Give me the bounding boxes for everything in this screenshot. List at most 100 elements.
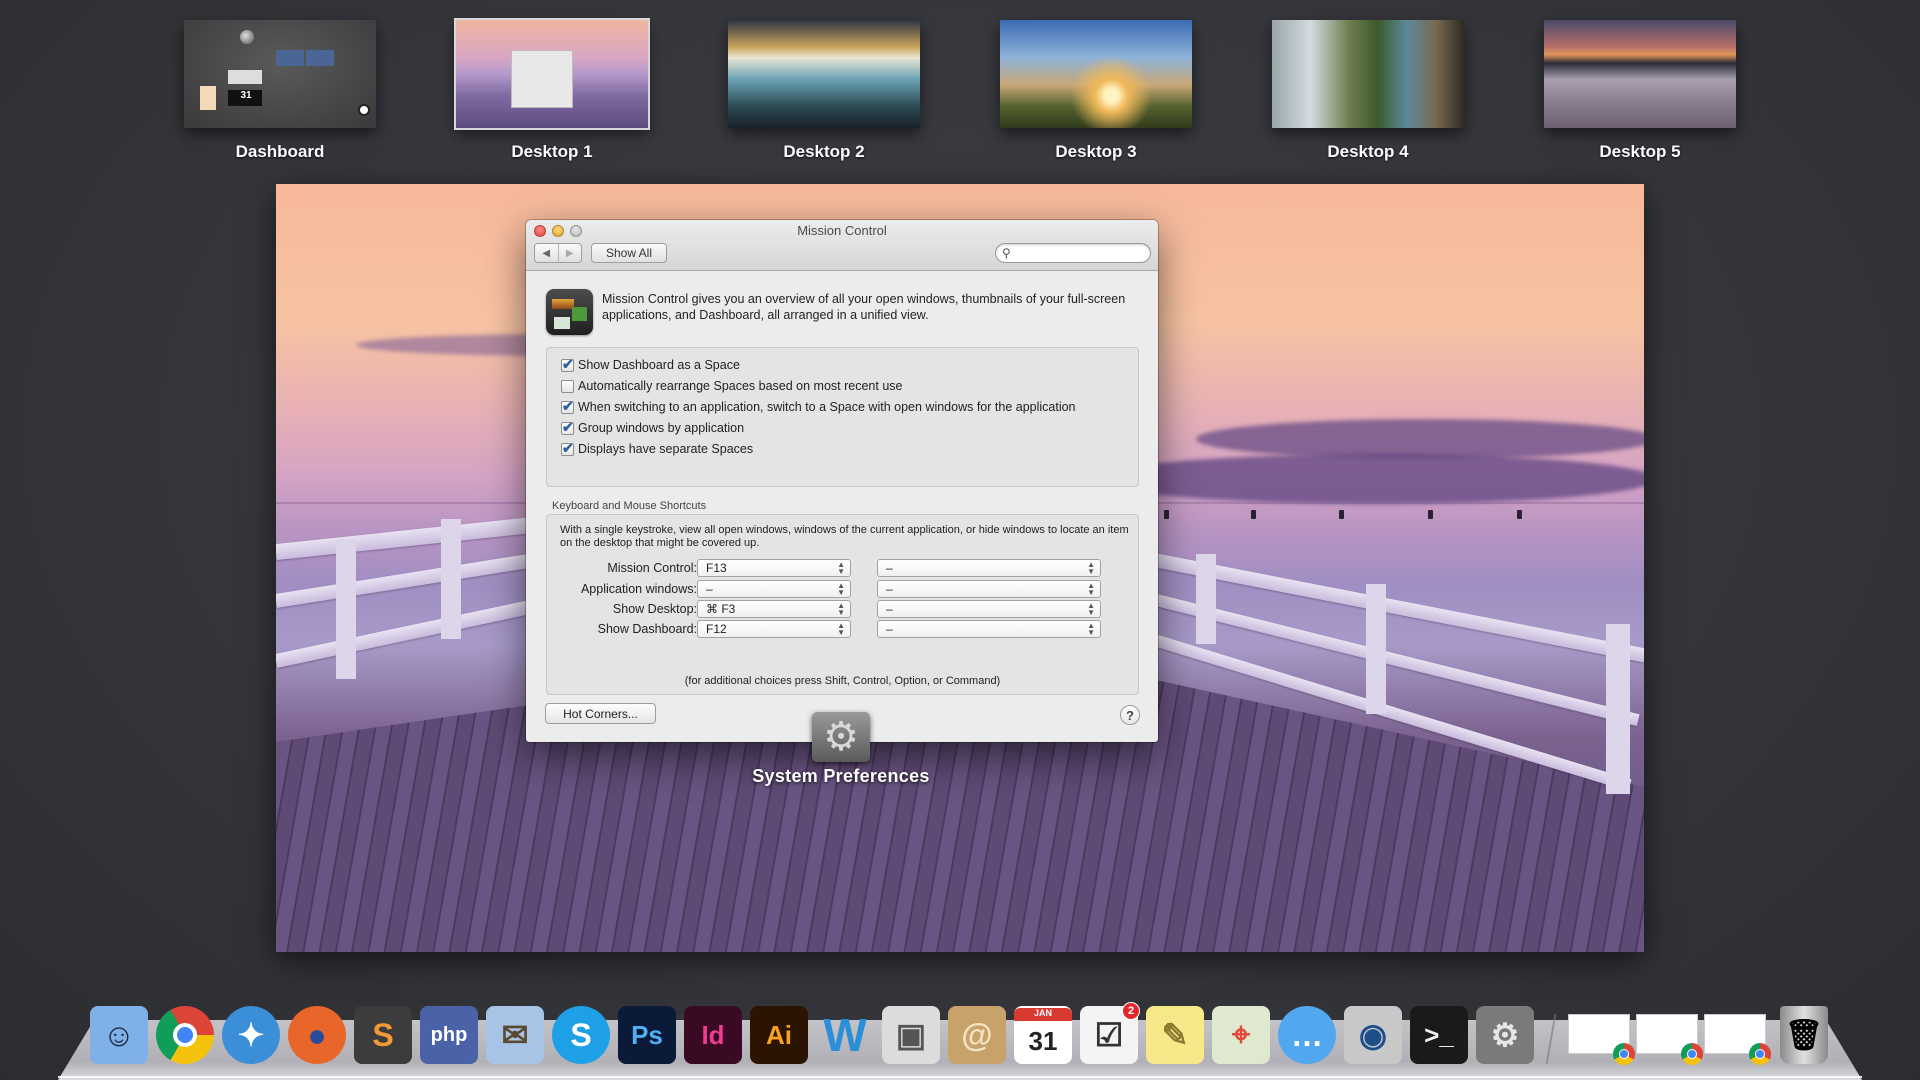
back-button[interactable]: ◀	[535, 244, 558, 262]
contacts-icon[interactable]: @	[948, 1006, 1006, 1064]
checkbox-checked[interactable]	[561, 440, 574, 457]
space-label: Desktop 2	[783, 142, 865, 161]
window-toolbar: Mission Control ◀ ▶ Show All ⚲	[526, 220, 1158, 271]
space-thumbnail[interactable]	[1544, 20, 1736, 128]
chrome-window-1[interactable]	[1568, 1014, 1635, 1065]
spaces-bar: 31 Dashboard Desktop 1 Desktop 2 Desktop…	[0, 0, 1920, 170]
chrome-window-2[interactable]	[1636, 1014, 1703, 1065]
option-separate-spaces[interactable]: Displays have separate Spaces	[561, 439, 753, 459]
mouse-shortcut-select[interactable]: – ▲ ▼	[877, 559, 1101, 577]
space-thumbnail[interactable]	[454, 18, 650, 130]
terminal-icon[interactable]: >_	[1410, 1006, 1468, 1064]
chrome-window-3[interactable]	[1704, 1014, 1771, 1065]
checkbox-unchecked[interactable]	[561, 379, 574, 393]
space-thumbnail[interactable]: 31	[184, 20, 376, 128]
space-desktop-3[interactable]: Desktop 3	[1000, 20, 1192, 162]
icon-glyph: ⌖	[1231, 1016, 1251, 1052]
shortcuts-description: With a single keystroke, view all open w…	[560, 524, 1129, 549]
firefox-icon[interactable]: ●	[288, 1006, 346, 1064]
icon-glyph: S	[570, 1016, 592, 1053]
keyboard-shortcut-select[interactable]: – ▲ ▼	[697, 580, 851, 598]
space-desktop-4[interactable]: Desktop 4	[1272, 20, 1464, 162]
space-desktop-1[interactable]: Desktop 1	[454, 18, 650, 162]
shortcut-label: Mission Control:	[607, 561, 697, 575]
option-auto-rearrange-spaces[interactable]: Automatically rearrange Spaces based on …	[561, 376, 902, 396]
shortcut-row-mission-control: Mission Control: F13 ▲ ▼ – ▲ ▼	[547, 559, 1140, 579]
maps-icon[interactable]: ⌖	[1212, 1006, 1270, 1064]
sublime-text-icon[interactable]: S	[354, 1006, 412, 1064]
space-dashboard[interactable]: 31 Dashboard	[184, 20, 376, 162]
chrome-icon[interactable]	[156, 1006, 214, 1064]
icon-glyph: ▣	[895, 1017, 927, 1053]
mouse-shortcut-select[interactable]: – ▲ ▼	[877, 600, 1101, 618]
shortcuts-heading: Keyboard and Mouse Shortcuts	[552, 500, 707, 512]
illustrator-icon[interactable]: Ai	[750, 1006, 808, 1064]
pier-post	[1196, 554, 1216, 644]
stepper-arrows-icon: ▲ ▼	[1087, 601, 1095, 617]
clock-widget-icon	[358, 104, 370, 116]
word-icon[interactable]: W	[816, 1006, 874, 1064]
icon-glyph: 31	[1028, 1025, 1058, 1056]
buoy	[1428, 510, 1433, 519]
mouse-shortcut-select[interactable]: – ▲ ▼	[877, 580, 1101, 598]
space-desktop-5[interactable]: Desktop 5	[1544, 20, 1736, 162]
mouse-shortcut-select[interactable]: – ▲ ▼	[877, 620, 1101, 638]
reminders-icon[interactable]: ☑ 2	[1080, 1002, 1140, 1064]
space-thumbnail[interactable]	[1000, 20, 1192, 128]
mission-control-icon	[546, 289, 593, 335]
buoy	[1517, 510, 1522, 519]
notes-icon[interactable]: ✎	[1146, 1006, 1204, 1064]
weather-widget-icon	[276, 50, 304, 66]
option-switch-to-space[interactable]: When switching to an application, switch…	[561, 397, 1076, 417]
checkbox-checked[interactable]	[561, 419, 574, 436]
icon-glyph: Id	[701, 1019, 725, 1050]
dock: ☺ ✦ ● Sphp ✉ S Ps Id Ai W ▣ @ JAN 31 ☑ 2 ✎ ⌖ … ◉ >_ ⚙ 🗑	[90, 998, 1828, 1065]
hot-corners-button[interactable]: Hot Corners...	[545, 703, 656, 724]
search-icon: ⚲	[1002, 246, 1011, 260]
system-preferences-icon[interactable]: ⚙	[1476, 1006, 1534, 1064]
widget-icon	[228, 70, 262, 84]
space-thumbnail[interactable]	[1272, 20, 1464, 128]
messages-icon[interactable]: …	[1278, 1006, 1336, 1064]
shortcut-label: Application windows:	[580, 582, 697, 596]
space-desktop-2[interactable]: Desktop 2	[728, 20, 920, 162]
calendar-icon[interactable]: JAN 31	[1014, 1006, 1072, 1064]
search-input[interactable]	[1016, 245, 1144, 261]
keyboard-shortcut-select[interactable]: F12 ▲ ▼	[697, 620, 851, 638]
phpstorm-icon[interactable]: php	[420, 1006, 478, 1064]
shortcut-label: Show Desktop:	[612, 602, 697, 616]
select-value: –	[886, 622, 893, 636]
icon-glyph: ☺	[102, 1016, 136, 1053]
show-all-button[interactable]: Show All	[591, 243, 667, 263]
select-value: –	[886, 561, 893, 575]
checkbox-checked[interactable]	[561, 398, 574, 415]
option-show-dashboard-as-space[interactable]: Show Dashboard as a Space	[561, 355, 740, 375]
keyboard-shortcut-select[interactable]: ⌘ F3 ▲ ▼	[697, 600, 851, 618]
facetime-icon[interactable]: ◉	[1344, 1006, 1402, 1064]
pier-post	[441, 519, 461, 639]
forward-button[interactable]: ▶	[557, 244, 582, 262]
safari-icon[interactable]: ✦	[222, 1006, 280, 1064]
space-label: Desktop 5	[1599, 142, 1681, 161]
system-preferences-icon[interactable]: ⚙	[812, 712, 870, 762]
select-value: F13	[706, 561, 727, 575]
icon-glyph: Ai	[766, 1019, 792, 1050]
stepper-arrows-icon: ▲ ▼	[1087, 621, 1095, 637]
moon-widget-icon	[240, 30, 254, 44]
space-thumbnail[interactable]	[728, 20, 920, 128]
preview-icon[interactable]: ▣	[882, 1006, 940, 1064]
skype-icon[interactable]: S	[552, 1006, 610, 1064]
photoshop-icon[interactable]: Ps	[618, 1006, 676, 1064]
option-group-windows[interactable]: Group windows by application	[561, 418, 744, 438]
help-button[interactable]: ?	[1120, 705, 1140, 725]
indesign-icon[interactable]: Id	[684, 1006, 742, 1064]
finder-icon[interactable]: ☺	[90, 1006, 148, 1064]
option-label: Automatically rearrange Spaces based on …	[578, 379, 903, 393]
trash-icon[interactable]: 🗑	[1780, 1006, 1828, 1064]
checkbox-checked[interactable]	[561, 356, 574, 373]
search-field[interactable]: ⚲	[995, 243, 1151, 263]
icon-glyph: ✦	[237, 1017, 265, 1053]
mail-icon[interactable]: ✉	[486, 1006, 544, 1064]
space-label: Desktop 3	[1055, 142, 1137, 161]
keyboard-shortcut-select[interactable]: F13 ▲ ▼	[697, 559, 851, 577]
